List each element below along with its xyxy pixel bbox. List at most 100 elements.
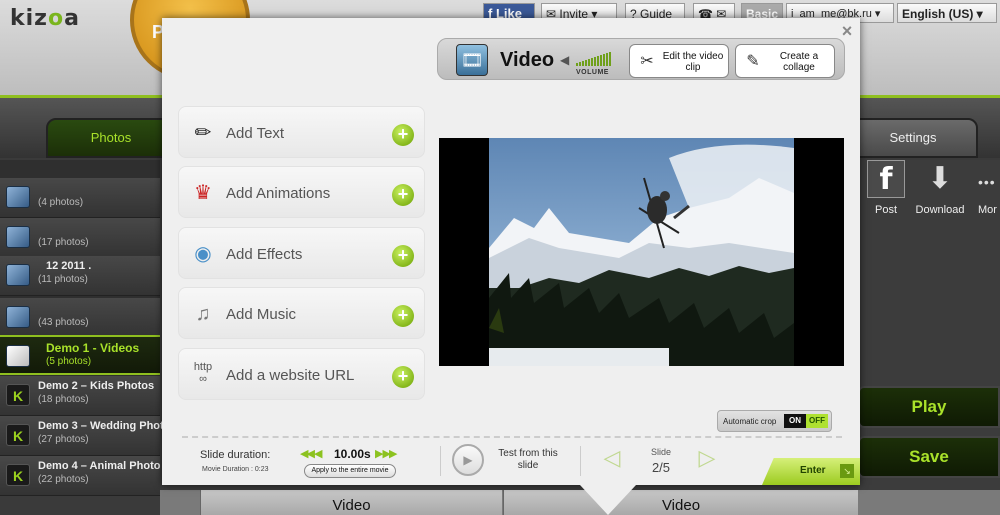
play-button[interactable]: Play bbox=[858, 386, 1000, 428]
apply-entire-movie-button[interactable]: Apply to the entire movie bbox=[304, 464, 396, 478]
tab-photos[interactable]: Photos bbox=[46, 118, 176, 158]
add-text-row[interactable]: ✏ Add Text + bbox=[178, 106, 425, 158]
add-animations-button[interactable]: + bbox=[392, 184, 414, 206]
album-count: (18 photos) bbox=[38, 394, 89, 405]
album-count: (17 photos) bbox=[38, 237, 89, 248]
add-website-url-row[interactable]: http ∞ Add a website URL + bbox=[178, 348, 425, 400]
movie-duration: Movie Duration : 0:23 bbox=[202, 466, 269, 473]
album-count: (27 photos) bbox=[38, 434, 89, 445]
post-facebook-button[interactable]: f Post bbox=[861, 160, 911, 216]
automatic-crop-toggle[interactable]: Automatic crop ON OFF bbox=[717, 410, 832, 432]
album-item[interactable]: K Demo 4 – Animal Photo (22 photos) bbox=[0, 456, 160, 496]
dialog-pointer bbox=[580, 485, 636, 515]
slide-edit-dialog: × 🎞 Video ◀ VOLUME ✂ Edit the video clip… bbox=[162, 18, 860, 515]
volume-bar bbox=[588, 59, 590, 66]
add-effects-button[interactable]: + bbox=[392, 245, 414, 267]
album-list: (4 photos) (17 photos) 12 2011 . (11 pho… bbox=[0, 160, 164, 496]
crop-off-option[interactable]: OFF bbox=[806, 414, 828, 428]
link-icon: http ∞ bbox=[193, 361, 213, 385]
timeline-video-slot[interactable]: Video bbox=[503, 490, 858, 515]
kizoa-logo[interactable]: kizoa bbox=[10, 6, 80, 31]
album-title: Demo 4 – Animal Photo bbox=[38, 460, 161, 472]
add-url-label: Add a website URL bbox=[226, 367, 355, 384]
save-button[interactable]: Save bbox=[858, 436, 1000, 478]
slide-counter: 2/5 bbox=[651, 460, 671, 475]
add-url-button[interactable]: + bbox=[392, 366, 414, 388]
timeline-video-slot[interactable]: Video bbox=[200, 490, 502, 515]
album-item[interactable]: (43 photos) bbox=[0, 298, 160, 338]
facebook-icon: f bbox=[867, 160, 905, 198]
scissors-icon: ✂ bbox=[640, 53, 654, 70]
album-item-active[interactable]: Demo 1 - Videos (5 photos) bbox=[0, 335, 160, 375]
play-icon[interactable]: ▶ bbox=[452, 444, 484, 476]
speaker-icon[interactable]: ◀ bbox=[560, 53, 572, 67]
album-count: (43 photos) bbox=[38, 317, 89, 328]
volume-bar bbox=[579, 62, 581, 66]
enter-button[interactable]: Enter ↘ bbox=[762, 458, 860, 485]
album-title: 12 2011 . bbox=[46, 260, 92, 272]
add-text-label: Add Text bbox=[226, 125, 285, 142]
pencil-icon: ✏ bbox=[194, 122, 212, 144]
album-icon bbox=[6, 186, 30, 208]
add-animations-row[interactable]: ♛ Add Animations + bbox=[178, 166, 425, 218]
volume-bar bbox=[606, 53, 608, 66]
next-slide-icon[interactable]: ▷ bbox=[697, 444, 717, 474]
download-button[interactable]: ⬇ Download bbox=[915, 160, 965, 216]
volume-bar bbox=[576, 63, 578, 66]
album-item[interactable]: K Demo 3 – Wedding Phot (27 photos) bbox=[0, 416, 164, 456]
slide-duration-label: Slide duration: bbox=[200, 449, 271, 461]
previous-slide-icon[interactable]: ◁ bbox=[602, 444, 622, 474]
volume-bar bbox=[597, 56, 599, 66]
more-label: Mor bbox=[978, 204, 997, 216]
kizoa-album-icon: K bbox=[6, 424, 30, 446]
create-collage-button[interactable]: ✎ Create a collage bbox=[735, 44, 835, 78]
automatic-crop-label: Automatic crop bbox=[723, 417, 777, 426]
add-effects-label: Add Effects bbox=[226, 246, 303, 263]
volume-bar bbox=[591, 58, 593, 66]
close-icon[interactable]: × bbox=[838, 22, 856, 40]
volume-bar bbox=[585, 60, 587, 66]
album-count: (4 photos) bbox=[38, 197, 84, 208]
slide-duration-value: 10.00s bbox=[334, 447, 371, 461]
add-music-row[interactable]: ♫ Add Music + bbox=[178, 287, 425, 339]
album-icon bbox=[6, 345, 30, 367]
album-icon bbox=[6, 226, 30, 248]
test-from-slide-label[interactable]: Test from this slide bbox=[496, 448, 560, 472]
slide-preview[interactable] bbox=[439, 138, 844, 366]
album-count: (11 photos) bbox=[38, 274, 88, 285]
slide-label: Slide bbox=[650, 447, 671, 457]
album-title: Demo 1 - Videos bbox=[46, 341, 140, 355]
post-label: Post bbox=[874, 204, 897, 216]
album-count: (22 photos) bbox=[38, 474, 89, 485]
volume-bar bbox=[582, 61, 584, 66]
crop-on-option[interactable]: ON bbox=[784, 414, 806, 428]
volume-label: VOLUME bbox=[576, 69, 609, 76]
tab-settings[interactable]: Settings bbox=[848, 118, 978, 158]
add-music-button[interactable]: + bbox=[392, 305, 414, 327]
video-toolbar: 🎞 Video ◀ VOLUME ✂ Edit the video clip ✎… bbox=[437, 38, 845, 80]
album-title: Demo 3 – Wedding Phot bbox=[38, 420, 164, 432]
decrease-duration-icon[interactable]: ◀◀ ◀ bbox=[300, 447, 322, 460]
edit-video-clip-button[interactable]: ✂ Edit the video clip bbox=[629, 44, 729, 78]
increase-duration-icon[interactable]: ▶ ▶▶ bbox=[375, 447, 397, 460]
add-text-button[interactable]: + bbox=[392, 124, 414, 146]
collage-icon: ✎ bbox=[746, 53, 760, 70]
album-item[interactable]: (4 photos) bbox=[0, 178, 160, 218]
album-title: Demo 2 – Kids Photos bbox=[38, 380, 155, 392]
language-select[interactable]: English (US) ▾ bbox=[897, 3, 997, 23]
album-item[interactable]: K Demo 2 – Kids Photos (18 photos) bbox=[0, 376, 160, 416]
music-note-icon: ♫ bbox=[195, 303, 211, 325]
album-item[interactable]: 12 2011 . (11 photos) bbox=[0, 256, 160, 296]
album-item[interactable]: (17 photos) bbox=[0, 218, 160, 258]
kizoa-album-icon: K bbox=[6, 384, 30, 406]
kizoa-album-icon: K bbox=[6, 464, 30, 486]
edit-clip-label: Edit the video clip bbox=[662, 51, 724, 73]
more-dots-icon: ••• bbox=[978, 174, 996, 190]
download-icon: ⬇ bbox=[927, 162, 953, 195]
volume-slider[interactable] bbox=[576, 52, 612, 66]
add-effects-row[interactable]: ◉ Add Effects + bbox=[178, 227, 425, 279]
album-icon bbox=[6, 264, 30, 286]
slide-photo bbox=[489, 138, 794, 366]
film-projector-icon: 🎞 bbox=[456, 44, 488, 76]
more-button[interactable]: ••• Mor bbox=[978, 160, 1000, 216]
